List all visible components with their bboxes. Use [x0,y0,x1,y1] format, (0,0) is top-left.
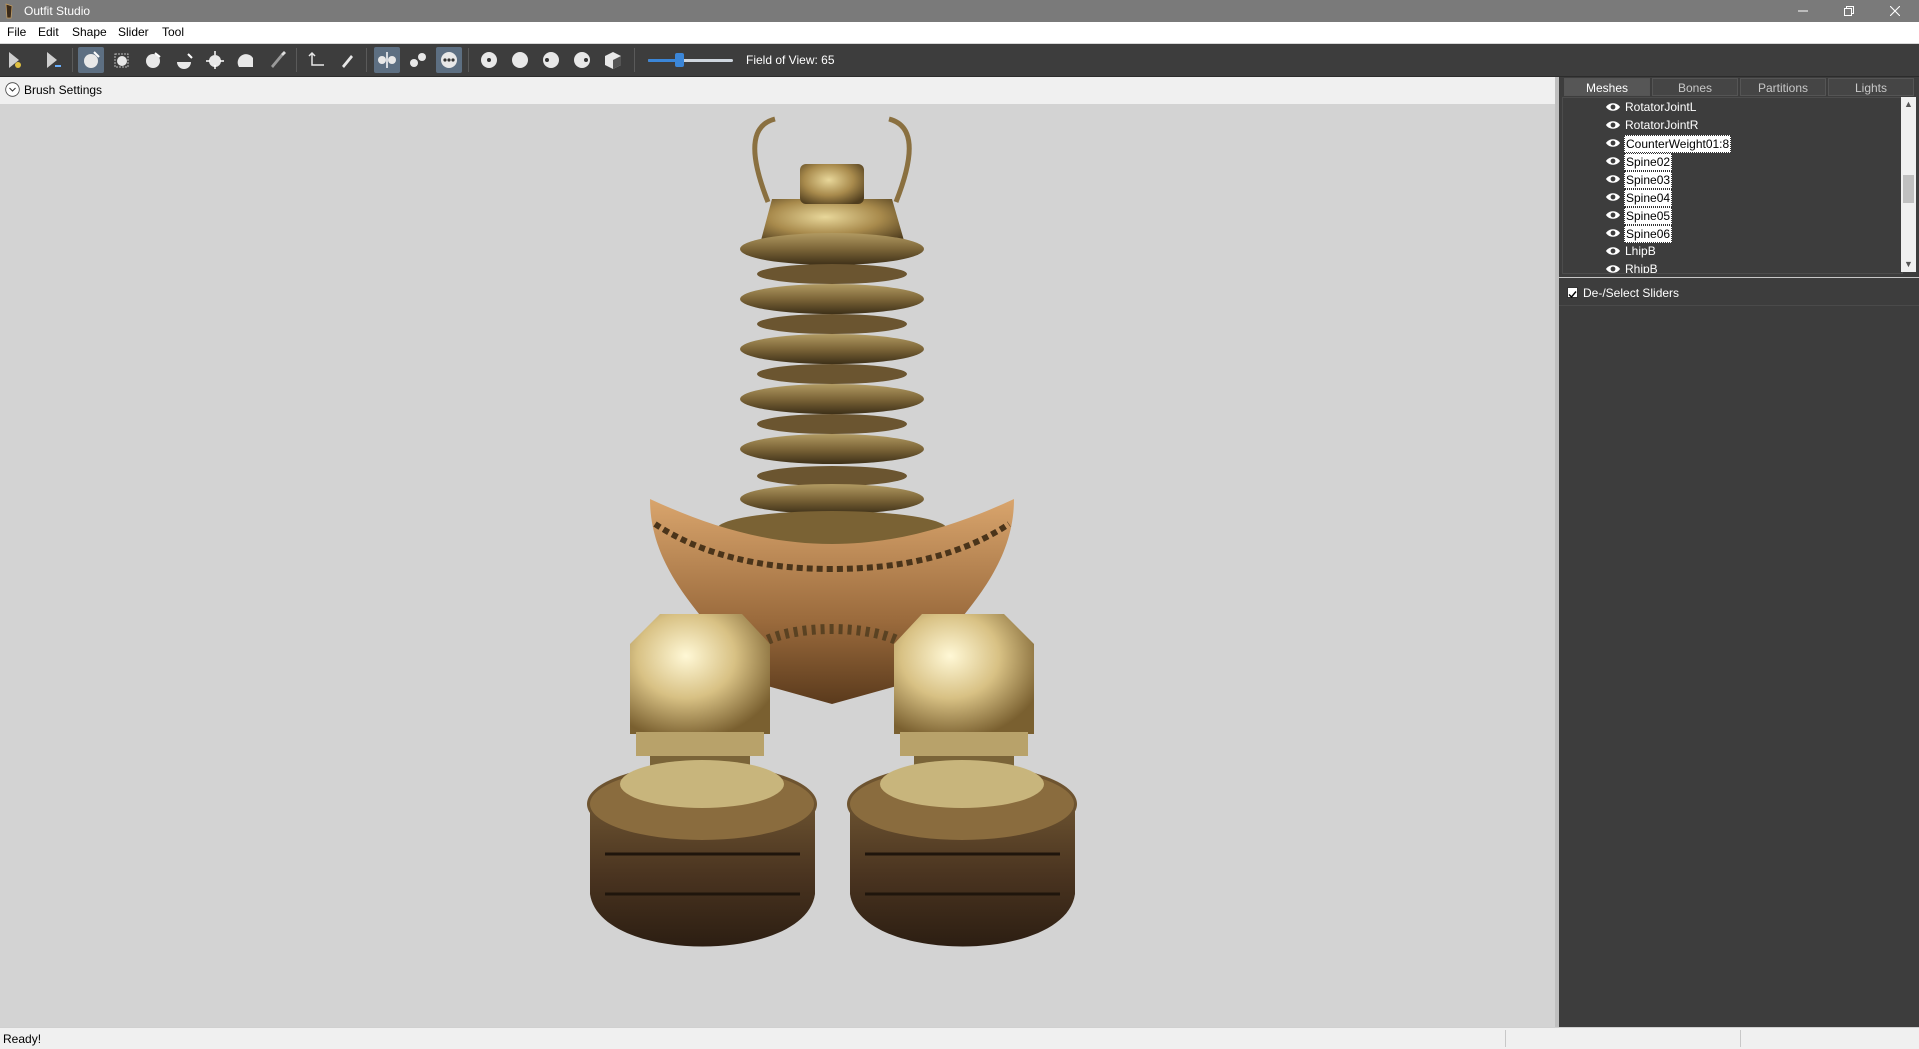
menu-shape[interactable]: Shape [72,25,107,39]
status-separator [1740,1030,1741,1047]
title-bar: Outfit Studio [0,0,1919,22]
weight-brush-icon[interactable] [233,47,259,73]
eye-icon[interactable] [1605,228,1621,238]
tab-lights[interactable]: Lights [1828,78,1914,96]
toolbar: Field of View: 65 [0,44,1919,77]
deselect-sliders-label[interactable]: De-/Select Sliders [1583,286,1679,300]
deflate-brush-icon[interactable] [140,47,166,73]
tree-item-label[interactable]: Spine04 [1624,189,1673,207]
toolbar-separator [468,48,469,72]
back-view-icon[interactable] [507,47,533,73]
toolbar-separator [634,48,635,72]
perspective-cube-icon[interactable] [600,47,626,73]
scrollbar-thumb[interactable] [1903,175,1914,203]
status-separator [1505,1030,1506,1047]
status-text: Ready! [3,1032,42,1046]
right-view-icon[interactable] [569,47,595,73]
fov-slider-thumb[interactable] [675,53,684,67]
mask-brush-icon[interactable] [78,47,104,73]
color-brush-icon[interactable] [264,47,290,73]
tree-item[interactable]: RotatorJointR [1563,116,1902,134]
scroll-up-icon[interactable]: ▲ [1901,97,1916,112]
tree-item-label[interactable]: Spine02 [1624,153,1673,171]
app-icon [5,3,13,19]
pen-icon[interactable] [334,47,360,73]
tree-item-label[interactable]: RotatorJointR [1624,117,1699,133]
tree-scrollbar[interactable]: ▲ ▼ [1901,97,1916,272]
tree-item[interactable]: LhipB [1563,242,1902,260]
chevron-down-icon[interactable] [5,82,20,97]
front-view-icon[interactable] [476,47,502,73]
eye-icon[interactable] [1605,210,1621,220]
eye-icon[interactable] [1605,138,1621,148]
global-brush-icon[interactable] [436,47,462,73]
transform-icon[interactable] [40,47,66,73]
mesh-tree[interactable]: RotatorJointL RotatorJointR CounterWeigh… [1562,97,1903,274]
minimize-icon[interactable] [1780,0,1826,22]
close-icon[interactable] [1872,0,1918,22]
tree-item-label[interactable]: RhipB [1624,261,1659,273]
tab-bones[interactable]: Bones [1652,78,1738,96]
brush-settings-bar: Brush Settings [0,77,1555,103]
tree-item[interactable]: CounterWeight01:8 [1563,134,1902,153]
tree-item[interactable]: RhipB [1563,260,1902,274]
scroll-down-icon[interactable]: ▼ [1901,257,1916,272]
tree-item[interactable]: RotatorJointL [1563,98,1902,116]
left-view-icon[interactable] [538,47,564,73]
select-icon[interactable] [2,47,28,73]
menu-file[interactable]: File [7,25,26,39]
checkmark-icon [1568,291,1577,299]
eye-icon[interactable] [1605,156,1621,166]
tree-item-label[interactable]: Spine05 [1624,207,1673,225]
menu-bar: File Edit Shape Slider Tool [0,22,1919,44]
mirror-x-icon[interactable] [374,47,400,73]
deselect-sliders-checkbox[interactable] [1567,287,1578,299]
tree-item[interactable]: Spine05 [1563,206,1902,225]
tab-meshes[interactable]: Meshes [1564,78,1650,96]
brush-settings-label[interactable]: Brush Settings [24,83,102,97]
eye-icon[interactable] [1605,192,1621,202]
window-title: Outfit Studio [24,4,91,18]
slider-list-header: De-/Select Sliders [1559,281,1919,306]
status-bar: Ready! [0,1027,1919,1049]
eye-icon[interactable] [1605,174,1621,184]
panel-divider [1559,277,1919,278]
toolbar-separator [296,48,297,72]
3d-viewport[interactable] [0,104,1555,1027]
menu-tool[interactable]: Tool [162,25,184,39]
eye-icon[interactable] [1605,102,1621,112]
pivot-icon[interactable] [303,47,329,73]
tree-item[interactable]: Spine04 [1563,188,1902,207]
eye-icon[interactable] [1605,120,1621,130]
inflate-brush-icon[interactable] [109,47,135,73]
fov-slider[interactable] [648,53,733,67]
toolbar-separator [366,48,367,72]
tree-item[interactable]: Spine06 [1563,224,1902,243]
tree-item-label[interactable]: LhipB [1624,243,1657,259]
menu-edit[interactable]: Edit [38,25,59,39]
fov-label: Field of View: 65 [746,53,835,67]
connected-only-icon[interactable] [405,47,431,73]
tree-item[interactable]: Spine02 [1563,152,1902,171]
tree-item-label[interactable]: RotatorJointL [1624,99,1697,115]
tree-item-label[interactable]: Spine03 [1624,171,1673,189]
eye-icon[interactable] [1605,264,1621,274]
tree-item-label[interactable]: Spine06 [1624,225,1673,243]
restore-icon[interactable] [1826,0,1872,22]
move-brush-icon[interactable] [171,47,197,73]
eye-icon[interactable] [1605,246,1621,256]
menu-slider[interactable]: Slider [118,25,149,39]
dwemer-model-render [587,116,1077,947]
tree-item-label[interactable]: CounterWeight01:8 [1624,135,1732,153]
tree-item[interactable]: Spine03 [1563,170,1902,189]
smooth-brush-icon[interactable] [202,47,228,73]
tab-partitions[interactable]: Partitions [1740,78,1826,96]
panel-tabs: Meshes Bones Partitions Lights [1559,77,1919,97]
right-panel: Meshes Bones Partitions Lights RotatorJo… [1559,77,1919,1027]
toolbar-separator [72,48,73,72]
